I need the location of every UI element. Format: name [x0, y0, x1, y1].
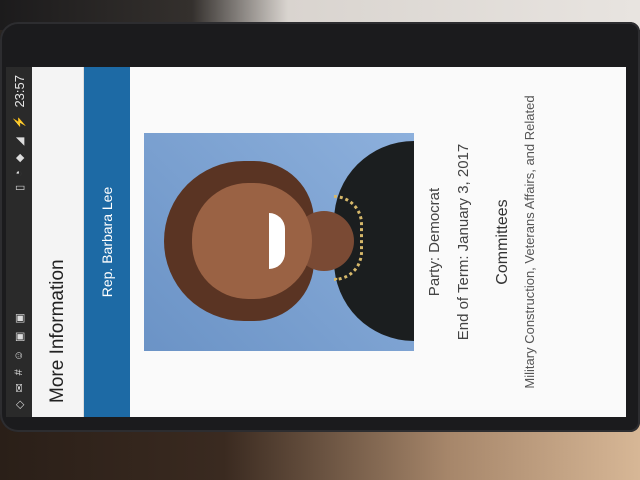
committees-heading: Committees: [494, 199, 511, 285]
page-title: More Information: [46, 259, 68, 403]
android-icon: ☺: [13, 349, 25, 362]
rep-name-banner: Rep. Barbara Lee: [84, 67, 130, 417]
phone-screen: ◇ ✉ # ☺ ▣ ▣ ▯ ◔ ◆ ◢ ⚡ 23:57 More Informa: [6, 67, 626, 417]
committee-item: Military Construction, Veterans Affairs,…: [522, 95, 537, 389]
location-icon: ◇: [13, 400, 26, 409]
mail-icon: ✉: [13, 383, 26, 393]
wifi-icon: ◆: [13, 153, 26, 163]
vibrate-icon: ▯: [13, 184, 26, 191]
rep-name: Rep. Barbara Lee: [99, 186, 115, 298]
app-bar: More Information: [32, 67, 84, 417]
main-content: Party: Democrat End of Term: January 3, …: [130, 67, 626, 417]
phone-frame: ◇ ✉ # ☺ ▣ ▣ ▯ ◔ ◆ ◢ ⚡ 23:57 More Informa: [0, 22, 640, 432]
status-bar: ◇ ✉ # ☺ ▣ ▣ ▯ ◔ ◆ ◢ ⚡ 23:57: [6, 67, 32, 417]
portrait-face: [192, 183, 312, 299]
status-time: 23:57: [11, 75, 27, 108]
status-left: ◇ ✉ # ☺ ▣ ▣: [13, 313, 26, 409]
status-right: ▯ ◔ ◆ ◢ ⚡ 23:57: [12, 75, 27, 191]
alarm-icon: ◔: [13, 170, 25, 177]
term-end-text: End of Term: January 3, 2017: [455, 143, 472, 341]
signal-icon: ◢: [13, 137, 26, 146]
rep-portrait: [144, 133, 414, 351]
image-icon: ▣: [13, 331, 26, 342]
photo-icon: ▣: [13, 313, 26, 324]
portrait-smile: [269, 213, 285, 269]
hash-icon: #: [13, 369, 25, 376]
app-screen: ◇ ✉ # ☺ ▣ ▣ ▯ ◔ ◆ ◢ ⚡ 23:57 More Informa: [6, 67, 626, 417]
party-text: Party: Democrat: [426, 187, 443, 297]
battery-icon: ⚡: [13, 115, 26, 130]
